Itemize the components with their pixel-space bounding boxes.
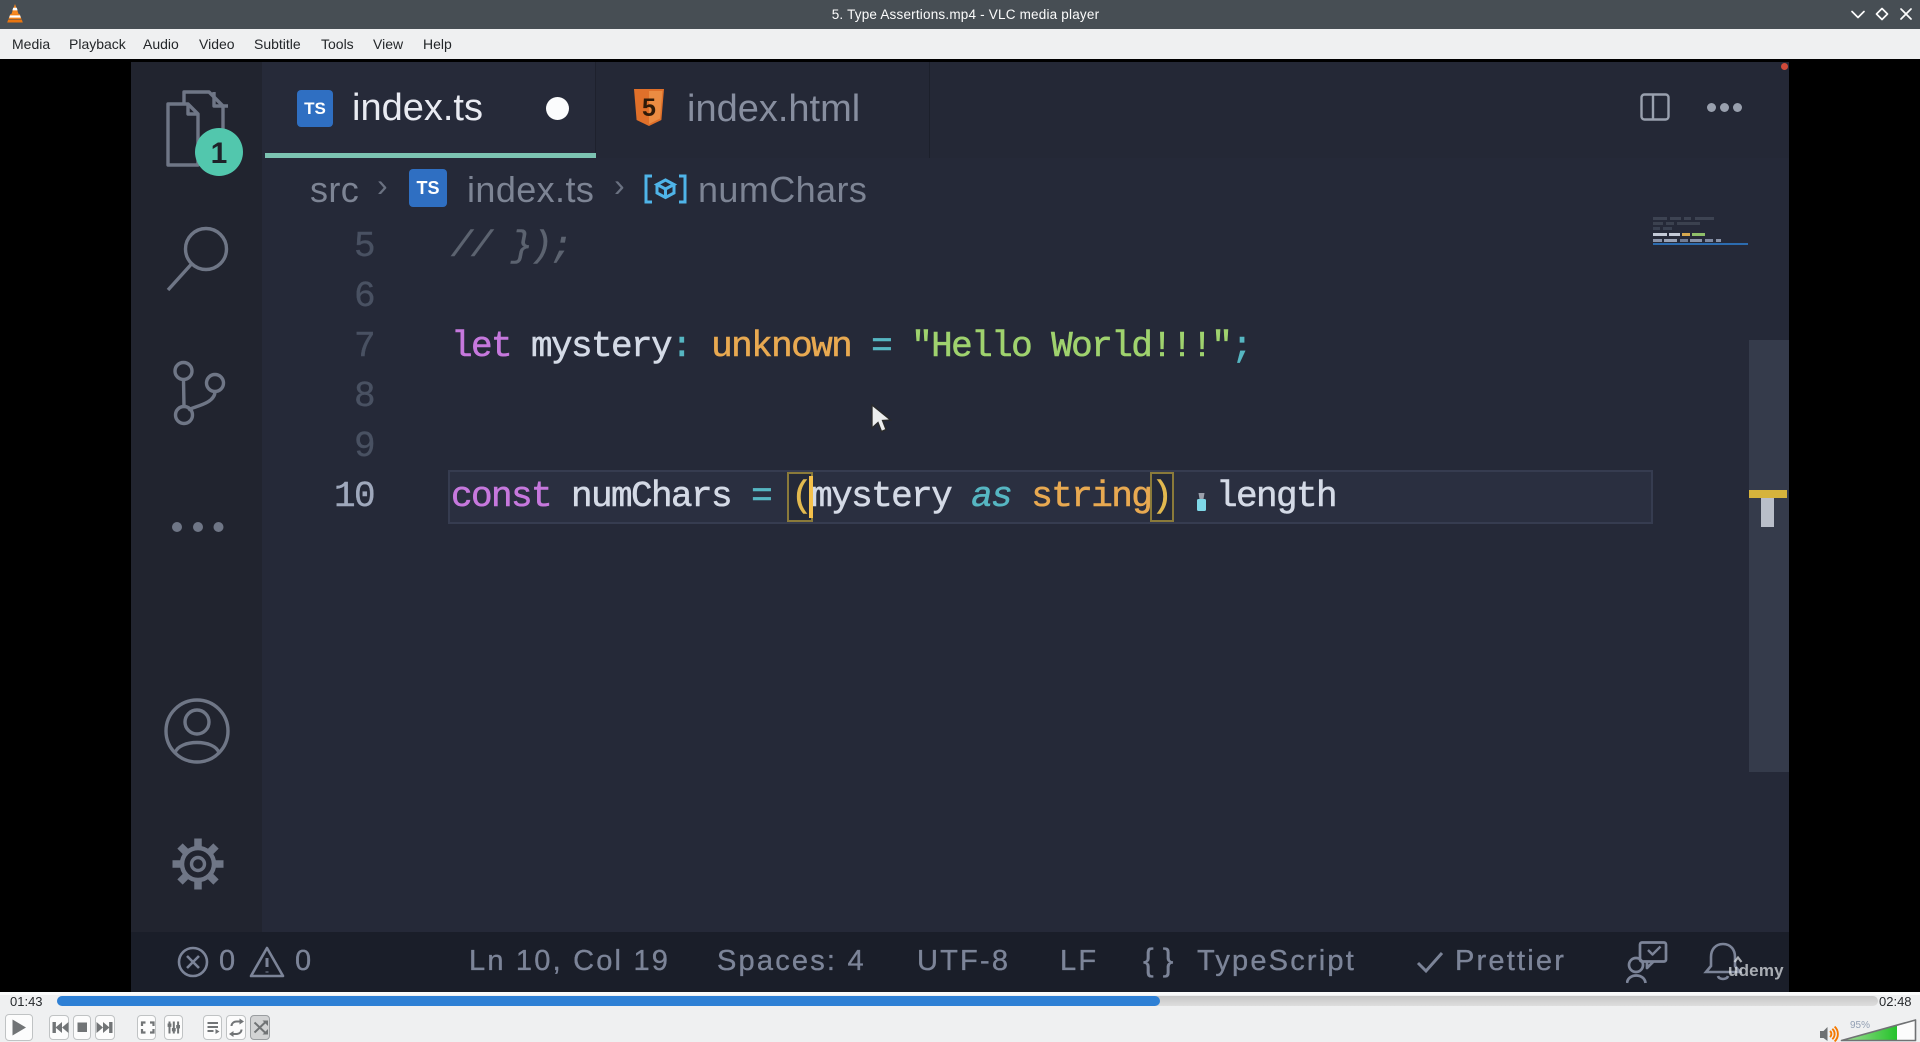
svg-text:5: 5 — [642, 94, 656, 122]
svg-text:1: 1 — [211, 137, 228, 170]
